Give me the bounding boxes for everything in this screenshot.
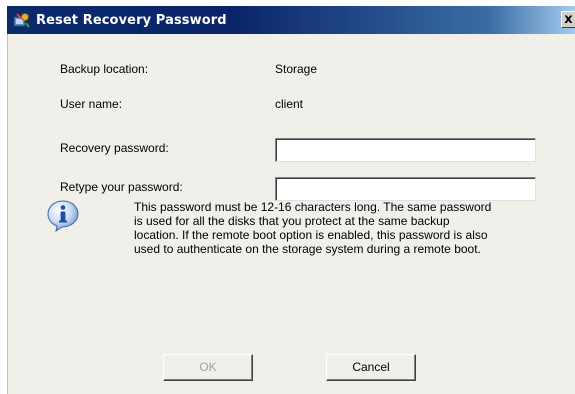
- window-title: Reset Recovery Password: [36, 13, 227, 28]
- info-line: used to authenticate on the storage syst…: [134, 242, 481, 256]
- retype-password-input[interactable]: [275, 177, 536, 201]
- info-line: location. If the remote boot option is e…: [134, 228, 488, 242]
- recovery-password-input[interactable]: [275, 138, 536, 162]
- close-icon: x: [564, 12, 573, 27]
- info-line: is used for all the disks that you prote…: [134, 214, 450, 228]
- title-bar[interactable]: Reset Recovery Password x: [7, 6, 575, 34]
- user-name-label: User name:: [60, 97, 123, 111]
- info-icon: [47, 200, 79, 233]
- ok-button[interactable]: OK: [163, 354, 253, 381]
- dialog-body: Backup location: Storage User name: clie…: [7, 34, 575, 394]
- cancel-button[interactable]: Cancel: [326, 354, 416, 381]
- info-line: This password must be 12-16 characters l…: [134, 200, 492, 214]
- password-info-text: This password must be 12-16 characters l…: [134, 200, 554, 256]
- retype-password-label: Retype your password:: [60, 180, 183, 194]
- close-button[interactable]: x: [561, 11, 575, 28]
- backup-location-label: Backup location:: [60, 62, 149, 76]
- recovery-password-label: Recovery password:: [60, 141, 169, 155]
- reset-recovery-password-dialog: Reset Recovery Password x Backup locatio…: [0, 0, 575, 394]
- app-icon: [13, 13, 30, 28]
- backup-location-value: Storage: [275, 62, 318, 76]
- user-name-value: client: [275, 97, 304, 111]
